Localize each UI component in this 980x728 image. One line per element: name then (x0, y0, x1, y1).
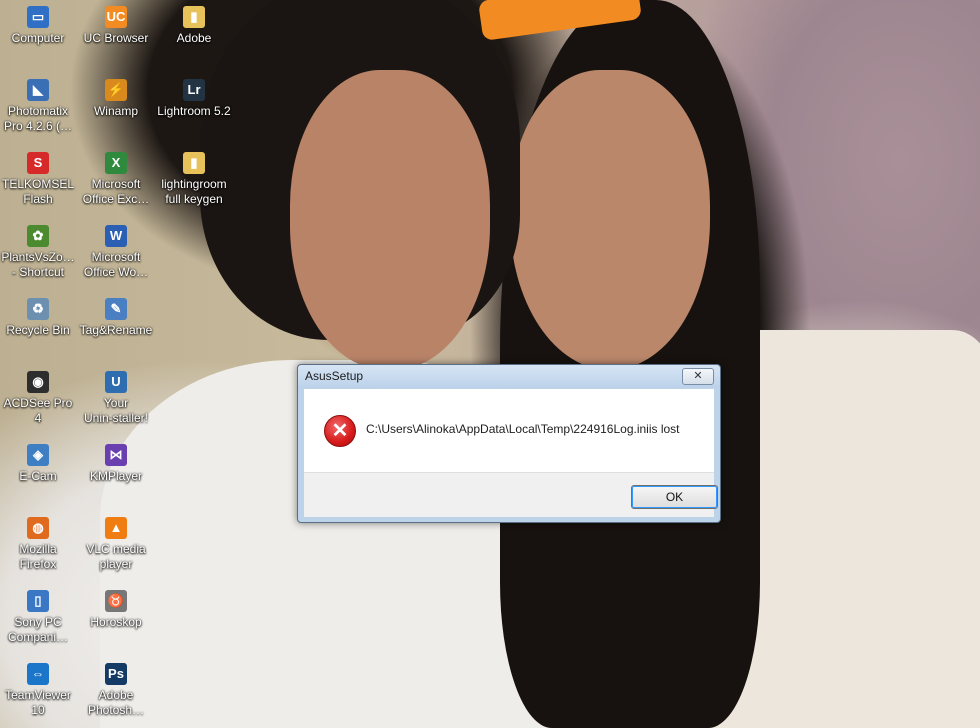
photoshop-icon: Ps (105, 663, 127, 685)
desktop-icon[interactable]: ◣ Photomatix Pro 4.2.6 (… (0, 79, 76, 134)
photomatix-icon: ◣ (27, 79, 49, 101)
desktop-icon-label: Lightroom 5.2 (157, 104, 231, 118)
desktop-icon-label: Computer (11, 31, 65, 45)
desktop-icon-label: Mozilla Firefox (19, 542, 57, 571)
desktop-icon[interactable]: S TELKOMSEL Flash (0, 152, 76, 207)
vlc-icon: ▲ (105, 517, 127, 539)
kmplayer-icon: ⋈ (105, 444, 127, 466)
uc-browser-icon: UC (105, 6, 127, 28)
desktop-icon-label: KMPlayer (89, 469, 142, 483)
excel-icon: X (105, 152, 127, 174)
desktop-icon-label: E-Cam (19, 469, 57, 483)
desktop-icon[interactable]: Lr Lightroom 5.2 (156, 79, 232, 119)
desktop-icon[interactable]: ⚡ Winamp (78, 79, 154, 119)
desktop-icon[interactable]: ◈ E-Cam (0, 444, 76, 484)
desktop-icon[interactable]: Ps Adobe Photosh… (78, 663, 154, 718)
desktop-icon[interactable]: ⋈ KMPlayer (78, 444, 154, 484)
desktop-icon[interactable]: ⇔ TeamViewer 10 (0, 663, 76, 718)
desktop-icon-label: Tag&Rename (79, 323, 153, 337)
desktop-icon[interactable]: ✿ PlantsVsZo… - Shortcut (0, 225, 76, 280)
desktop-icon[interactable]: ♉ Horoskop (78, 590, 154, 630)
desktop-icon-label: Adobe Photosh… (87, 688, 145, 717)
desktop-icon-label: ACDSee Pro 4 (3, 396, 73, 425)
desktop-icon-label: Photomatix Pro 4.2.6 (… (3, 104, 73, 133)
desktop-icon-label: TeamViewer 10 (5, 688, 71, 717)
desktop-icon-label: TELKOMSEL Flash (1, 177, 75, 206)
wallpaper-face-left (290, 70, 490, 370)
desktop-icon-label: UC Browser (83, 31, 149, 45)
desktop-icon[interactable]: W Microsoft Office Wo… (78, 225, 154, 280)
ok-button[interactable]: OK (631, 485, 718, 509)
desktop-icon[interactable]: UC UC Browser (78, 6, 154, 46)
desktop-icon[interactable]: ✎ Tag&Rename (78, 298, 154, 338)
desktop-icon[interactable]: ♻ Recycle Bin (0, 298, 76, 338)
lightroom-icon: Lr (183, 79, 205, 101)
desktop-icon[interactable]: ▲ VLC media player (78, 517, 154, 572)
desktop-icon[interactable]: ▮ Adobe (156, 6, 232, 46)
desktop-icon-label: Horoskop (90, 615, 142, 629)
folder-icon: ▮ (183, 152, 205, 174)
wallpaper-face-right (510, 70, 710, 370)
dialog-body: ✕ C:\Users\Alinoka\AppData\Local\Temp\22… (304, 389, 714, 472)
dialog-title: AsusSetup (305, 369, 364, 383)
error-icon: ✕ (324, 415, 356, 447)
folder-icon: ▮ (183, 6, 205, 28)
telkomsel-flash-icon: S (27, 152, 49, 174)
plants-vs-zombies-icon: ✿ (27, 225, 49, 247)
desktop-icon-label: Recycle Bin (6, 323, 70, 337)
asus-setup-dialog: AsusSetup ✕ ✕ C:\Users\Alinoka\AppData\L… (297, 364, 721, 523)
desktop-icon[interactable]: ▯ Sony PC Compani… (0, 590, 76, 645)
dialog-titlebar[interactable]: AsusSetup ✕ (298, 365, 720, 387)
desktop-icon[interactable]: U Your Unin-staller! (78, 371, 154, 426)
desktop-icon-label: Adobe (176, 31, 212, 45)
desktop-icon-label: Microsoft Office Exc… (82, 177, 150, 206)
winamp-icon: ⚡ (105, 79, 127, 101)
dialog-footer: OK (304, 472, 718, 517)
desktop-icon[interactable]: ▭ Computer (0, 6, 76, 46)
error-message: C:\Users\Alinoka\AppData\Local\Temp\2249… (366, 422, 680, 436)
acdsee-icon: ◉ (27, 371, 49, 393)
desktop-icon[interactable]: ◍ Mozilla Firefox (0, 517, 76, 572)
desktop-icon[interactable]: X Microsoft Office Exc… (78, 152, 154, 207)
error-icon-glyph: ✕ (331, 420, 349, 442)
desktop-icon-label: Sony PC Compani… (7, 615, 69, 644)
desktop-icon-label: Microsoft Office Wo… (83, 250, 149, 279)
desktop-icon-label: PlantsVsZo… - Shortcut (1, 250, 75, 279)
desktop-icon[interactable]: ▮ lightingroom full keygen (156, 152, 232, 207)
close-icon: ✕ (693, 370, 703, 382)
desktop-icon[interactable]: ◉ ACDSee Pro 4 (0, 371, 76, 426)
recycle-bin-icon: ♻ (27, 298, 49, 320)
desktop-icon-label: Your Unin-staller! (83, 396, 149, 425)
uninstaller-icon: U (105, 371, 127, 393)
close-button[interactable]: ✕ (682, 368, 714, 385)
horoskop-icon: ♉ (105, 590, 127, 612)
tag-rename-icon: ✎ (105, 298, 127, 320)
firefox-icon: ◍ (27, 517, 49, 539)
computer-icon: ▭ (27, 6, 49, 28)
ecam-icon: ◈ (27, 444, 49, 466)
word-icon: W (105, 225, 127, 247)
desktop-icon-label: Winamp (93, 104, 138, 118)
desktop-icon-label: VLC media player (86, 542, 146, 571)
desktop-icon-label: lightingroom full keygen (161, 177, 227, 206)
sony-pc-companion-icon: ▯ (27, 590, 49, 612)
teamviewer-icon: ⇔ (27, 663, 49, 685)
